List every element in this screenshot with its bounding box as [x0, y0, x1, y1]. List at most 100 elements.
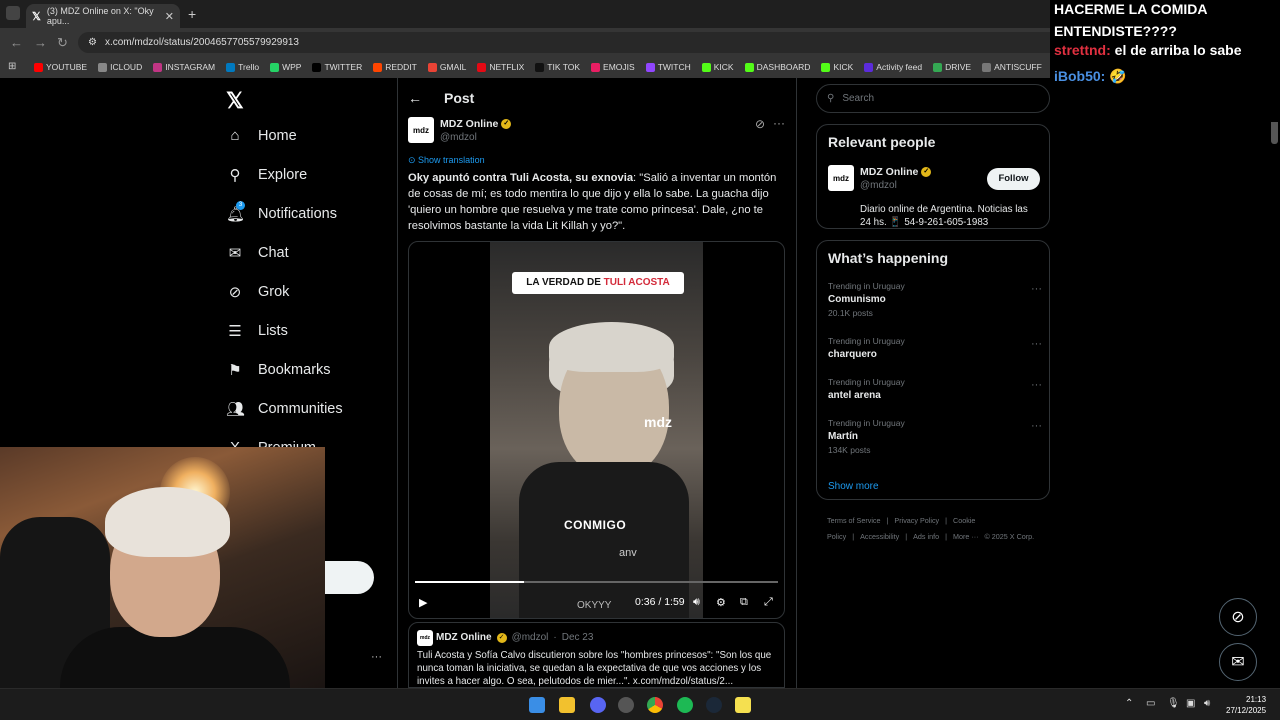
bookmark-item[interactable]: Trello [226, 62, 259, 72]
reload-icon[interactable]: ↻ [57, 35, 68, 51]
bookmark-item[interactable]: INSTAGRAM [153, 62, 215, 72]
mic-icon[interactable]: 🎙︎ [1167, 698, 1180, 709]
bookmark-item[interactable]: REDDIT [373, 62, 417, 72]
show-translation-link[interactable]: ⊙ Show translation [408, 155, 485, 166]
bookmark-item[interactable]: EMOJIS [591, 62, 635, 72]
trend-more-icon[interactable]: ··· [1031, 379, 1042, 391]
bookmark-item[interactable]: ANTISCUFF [982, 62, 1042, 72]
nav-item-home[interactable]: ⌂ Home [226, 127, 296, 144]
avatar[interactable]: mdz [828, 165, 854, 191]
play-icon[interactable]: ▶ [419, 596, 427, 609]
discord-icon[interactable] [590, 697, 606, 713]
show-more-link[interactable]: Show more [828, 481, 879, 492]
volume-icon[interactable]: 🔊︎ [693, 596, 700, 609]
back-icon[interactable]: ← [10, 35, 23, 50]
bookmark-icon [153, 62, 163, 72]
bookmark-item[interactable]: NETFLIX [477, 62, 524, 72]
trend-item[interactable]: Trending in Uruguay Martín 134K posts [828, 418, 905, 455]
bookmark-label: EMOJIS [603, 62, 635, 72]
messages-fab-button[interactable]: ✉ [1219, 643, 1257, 681]
sticky-notes-icon[interactable] [735, 697, 751, 713]
bookmark-item[interactable]: GMAIL [427, 62, 466, 72]
bookmark-label: TWITCH [657, 62, 691, 72]
bookmark-item[interactable]: TWITCH [645, 62, 691, 72]
tray-chevron-icon[interactable]: ⌃ [1125, 698, 1133, 709]
avatar[interactable]: mdz [408, 117, 434, 143]
trend-more-icon[interactable]: ··· [1031, 283, 1042, 295]
back-arrow-icon[interactable]: ← [408, 90, 422, 106]
nav-item-grok[interactable]: ⊘ Grok [226, 283, 290, 301]
bookmark-icon [645, 62, 655, 72]
file-explorer-icon[interactable] [559, 697, 575, 713]
speaker-icon[interactable]: 🔊︎ [1204, 698, 1210, 709]
trend-more-icon[interactable]: ··· [1031, 338, 1042, 350]
grok-icon[interactable]: ⊘ [755, 117, 765, 131]
x-logo-icon[interactable]: 𝕏 [226, 88, 244, 114]
quoted-post[interactable]: mdz MDZ Online ✓ @mdzol · Dec 23 Tuli Ac… [408, 622, 785, 688]
post-button[interactable] [325, 561, 374, 594]
display-icon[interactable]: ▣ [1186, 698, 1195, 709]
bookmark-item[interactable]: DASHBOARD [744, 62, 810, 72]
bookmark-item[interactable]: TIK TOK [535, 62, 580, 72]
settings-icon[interactable]: ⚙ [716, 596, 726, 609]
trend-item[interactable]: Trending in Uruguay antel arena [828, 377, 905, 401]
footer-link[interactable]: Accessibility [860, 532, 899, 541]
post-header-title: Post [444, 90, 475, 106]
bookmark-item[interactable]: KICK [821, 62, 853, 72]
footer-link[interactable]: Ads info [913, 532, 939, 541]
nav-item-notifications[interactable]: 🔔︎ 3 Notifications [226, 201, 337, 223]
bookmark-item[interactable]: ICLOUD [98, 62, 142, 72]
footer-link[interactable]: Privacy Policy [894, 516, 939, 525]
nav-item-lists[interactable]: ☰ Lists [226, 322, 288, 340]
search-input[interactable]: ⚲ Search [816, 84, 1050, 113]
quote-handle: @mdzol [511, 632, 549, 643]
more-icon[interactable]: ··· [371, 651, 382, 663]
clock[interactable]: 21:13 27/12/2025 [1226, 694, 1266, 716]
windows-taskbar: ⌃ ▭ 🎙︎ ▣ 🔊︎ 21:13 27/12/2025 [0, 688, 1280, 720]
footer-link[interactable]: © 2025 X Corp. [985, 532, 1035, 541]
apps-grid-icon[interactable]: ⊞ [8, 61, 16, 72]
forward-icon[interactable]: → [34, 35, 47, 50]
bookmark-item[interactable]: Activity feed [864, 62, 922, 72]
new-tab-button[interactable]: + [188, 6, 196, 22]
footer-link[interactable]: Terms of Service [827, 516, 881, 525]
relevant-name[interactable]: MDZ Online ✓ [860, 166, 932, 178]
spotify-icon[interactable] [677, 697, 693, 713]
bookmark-item[interactable]: WPP [270, 62, 301, 72]
nav-item-explore[interactable]: ⚲ Explore [226, 166, 308, 184]
follow-button[interactable]: Follow [987, 168, 1040, 190]
author-handle[interactable]: @mdzol [440, 132, 477, 143]
bookmark-icon [821, 62, 831, 72]
grok-fab-button[interactable]: ⊘ [1219, 598, 1257, 636]
nav-item-label: Grok [258, 284, 290, 300]
trend-more-icon[interactable]: ··· [1031, 420, 1042, 432]
quote-date: Dec 23 [561, 632, 594, 643]
nav-item-chat[interactable]: ✉ Chat [226, 244, 289, 262]
footer-link[interactable]: More ··· [953, 532, 979, 541]
browser-tab[interactable]: 𝕏 (3) MDZ Online on X: "Oky apu... ✕ [26, 4, 180, 28]
footer-separator: | [852, 532, 855, 541]
author-name[interactable]: MDZ Online ✓ [440, 118, 512, 130]
more-options-icon[interactable]: ··· [773, 116, 785, 130]
nav-item-bookmarks[interactable]: ⚑ Bookmarks [226, 361, 330, 379]
nav-item-communities[interactable]: 👥︎ Communities [226, 400, 343, 418]
obs-icon[interactable] [618, 697, 634, 713]
steam-icon[interactable] [706, 697, 722, 713]
chrome-icon[interactable] [647, 697, 663, 713]
bookmark-item[interactable]: KICK [701, 62, 734, 72]
pip-icon[interactable]: ⧉ [740, 596, 748, 609]
video-progress-bar[interactable] [415, 581, 778, 583]
bookmark-icon [477, 62, 487, 72]
trend-item[interactable]: Trending in Uruguay Comunismo 20.1K posts [828, 281, 905, 318]
url-field[interactable]: ⚙ x.com/mdzol/status/2004657705579929913 [78, 32, 1068, 53]
tab-menu-button[interactable] [6, 6, 20, 20]
bookmark-item[interactable]: DRIVE [933, 62, 971, 72]
bookmark-item[interactable]: TWITTER [312, 62, 362, 72]
start-icon[interactable] [529, 697, 545, 713]
video-player[interactable]: LA VERDAD DE TULI ACOSTA mdz CONMIGO anv… [408, 241, 785, 619]
fullscreen-icon[interactable]: ⤢ [764, 596, 773, 609]
site-info-icon[interactable]: ⚙ [88, 37, 97, 48]
trend-item[interactable]: Trending in Uruguay charquero [828, 336, 905, 360]
bookmark-item[interactable]: YOUTUBE [34, 62, 87, 72]
tab-close-icon[interactable]: ✕ [165, 10, 174, 23]
